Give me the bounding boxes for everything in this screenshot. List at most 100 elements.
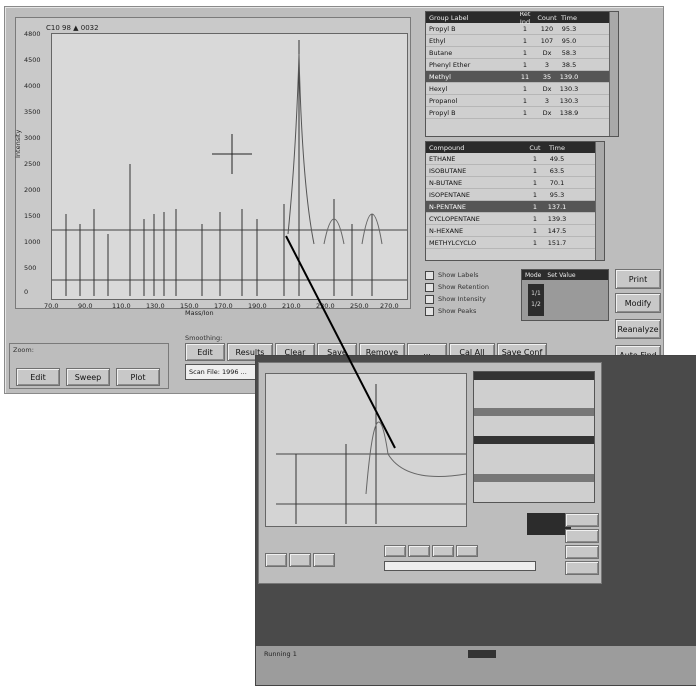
table-row[interactable]: ETHANE 1 49.5 xyxy=(426,153,604,165)
inset-right-button[interactable] xyxy=(565,545,599,559)
inset-spectrum-svg xyxy=(276,384,467,524)
checkbox[interactable] xyxy=(425,282,434,292)
inset-right-button[interactable] xyxy=(565,513,599,527)
cell: Propanol xyxy=(429,96,458,105)
display-options: Show Labels Show Retention Show Intensit… xyxy=(425,269,517,317)
column-header[interactable]: Time xyxy=(558,14,580,22)
cell: 151.7 xyxy=(547,238,567,247)
table-row-selected[interactable]: N-PENTANE 1 137.1 xyxy=(426,201,604,213)
modify-button[interactable]: Modify xyxy=(615,293,661,313)
mode-selector[interactable]: 1/1 1/2 xyxy=(528,284,544,316)
x-tick: 170.0 xyxy=(214,302,233,310)
table-row[interactable]: Hexyl 1 Dx 130.3 xyxy=(426,83,618,95)
table-row[interactable]: ISOBUTANE 1 63.5 xyxy=(426,165,604,177)
cell: N-HEXANE xyxy=(429,226,464,235)
table-row[interactable]: CYCLOPENTANE 1 139.3 xyxy=(426,213,604,225)
checkbox[interactable] xyxy=(425,270,434,280)
x-tick: 210.0 xyxy=(282,302,301,310)
mode-header: Mode Set Value xyxy=(522,270,608,280)
mode-option[interactable]: 1/2 xyxy=(528,301,544,308)
column-header[interactable]: Ret Ind xyxy=(514,12,536,26)
checkbox-row[interactable]: Show Labels xyxy=(425,269,517,281)
cell: Ethyl xyxy=(429,36,446,45)
table-row[interactable]: Phenyl Ether 1 3 38.5 xyxy=(426,59,618,71)
checkbox-row[interactable]: Show Intensity xyxy=(425,293,517,305)
cell: ISOBUTANE xyxy=(429,166,467,175)
cell: 1 xyxy=(522,108,528,117)
cell: CYCLOPENTANE xyxy=(429,214,480,223)
cell: 1 xyxy=(532,202,538,211)
table-row[interactable]: Butane 1 Dx 58.3 xyxy=(426,47,618,59)
cell: 95.0 xyxy=(561,36,577,45)
cell: 1 xyxy=(522,36,528,45)
table-row-selected[interactable]: Methyl 11 35 139.0 xyxy=(426,71,618,83)
inset-button[interactable] xyxy=(384,545,406,557)
cell: 139.3 xyxy=(547,214,567,223)
inset-button[interactable] xyxy=(313,553,335,567)
cell: 1 xyxy=(522,60,528,69)
checkbox-row[interactable]: Show Retention xyxy=(425,281,517,293)
checkbox-label: Show Intensity xyxy=(438,295,486,303)
status-field[interactable]: Scan File: 1996 ... xyxy=(185,364,266,380)
cell: 1 xyxy=(532,166,538,175)
column-header[interactable]: Time xyxy=(546,144,568,152)
mode-panel: Mode Set Value 1/1 1/2 xyxy=(521,269,609,321)
y-tick: 3000 xyxy=(24,134,41,142)
print-button[interactable]: Print xyxy=(615,269,661,289)
reanalyze-button[interactable]: Reanalyze xyxy=(615,319,661,339)
checkbox-row[interactable]: Show Peaks xyxy=(425,305,517,317)
cell: 63.5 xyxy=(549,166,565,175)
table2-scrollbar[interactable] xyxy=(595,142,604,260)
inset-list-selection xyxy=(474,408,594,416)
y-tick: 2500 xyxy=(24,160,41,168)
table-row[interactable]: Propanol 1 3 130.3 xyxy=(426,95,618,107)
column-header[interactable]: Count xyxy=(536,14,558,22)
cell: Methyl xyxy=(429,72,451,81)
table-row[interactable]: N-HEXANE 1 147.5 xyxy=(426,225,604,237)
checkbox-label: Show Retention xyxy=(438,283,489,291)
x-tick: 190.0 xyxy=(248,302,267,310)
cell: 1 xyxy=(532,190,538,199)
inset-list-header xyxy=(474,436,594,444)
table-row[interactable]: ISOPENTANE 1 95.3 xyxy=(426,189,604,201)
table-row[interactable]: Propyl B 1 Dx 138.9 xyxy=(426,107,618,119)
table-row[interactable]: Propyl B 1 120 95.3 xyxy=(426,23,618,35)
inset-right-button[interactable] xyxy=(565,529,599,543)
checkbox[interactable] xyxy=(425,306,434,316)
cell: Propyl B xyxy=(429,108,456,117)
inset-button[interactable] xyxy=(408,545,430,557)
compound-table[interactable]: Compound Cut Time ETHANE 1 49.5 ISOBUTANE 1… xyxy=(425,141,605,261)
cell: 1 xyxy=(522,96,528,105)
y-axis-label: Intensity xyxy=(14,129,22,158)
mode-option[interactable]: 1/1 xyxy=(528,290,544,297)
checkbox[interactable] xyxy=(425,294,434,304)
inset-button[interactable] xyxy=(456,545,478,557)
zoom-sweep-button[interactable]: Sweep xyxy=(66,368,110,386)
x-tick: 270.0 xyxy=(380,302,399,310)
inset-button[interactable] xyxy=(432,545,454,557)
table-row[interactable]: N-BUTANE 1 70.1 xyxy=(426,177,604,189)
zoom-edit-button[interactable]: Edit xyxy=(16,368,60,386)
cell: 1 xyxy=(522,84,528,93)
inset-status-field[interactable] xyxy=(384,561,536,571)
zoom-plot-button[interactable]: Plot xyxy=(116,368,160,386)
table-row[interactable]: Ethyl 1 107 95.0 xyxy=(426,35,618,47)
inset-app-window xyxy=(258,362,602,584)
x-tick: 70.0 xyxy=(44,302,59,310)
table-row[interactable]: METHYLCYCLO 1 151.7 xyxy=(426,237,604,249)
column-header[interactable]: Compound xyxy=(426,144,524,152)
inset-screenshot: Running 1 xyxy=(255,355,696,686)
inset-button[interactable] xyxy=(265,553,287,567)
column-header[interactable]: Group Label xyxy=(426,14,514,22)
cell: 58.3 xyxy=(561,48,577,57)
plot-canvas[interactable] xyxy=(51,33,408,300)
inset-right-button[interactable] xyxy=(565,561,599,575)
column-header[interactable]: Cut xyxy=(524,144,546,152)
zoom-group-label: Zoom: xyxy=(13,346,34,354)
table1-scrollbar[interactable] xyxy=(609,12,618,136)
edit-button[interactable]: Edit xyxy=(185,343,225,361)
cell: Dx xyxy=(542,108,552,117)
inset-button[interactable] xyxy=(289,553,311,567)
y-tick: 1000 xyxy=(24,238,41,246)
group-label-table[interactable]: Group Label Ret Ind Count Time Propyl B 1… xyxy=(425,11,619,137)
